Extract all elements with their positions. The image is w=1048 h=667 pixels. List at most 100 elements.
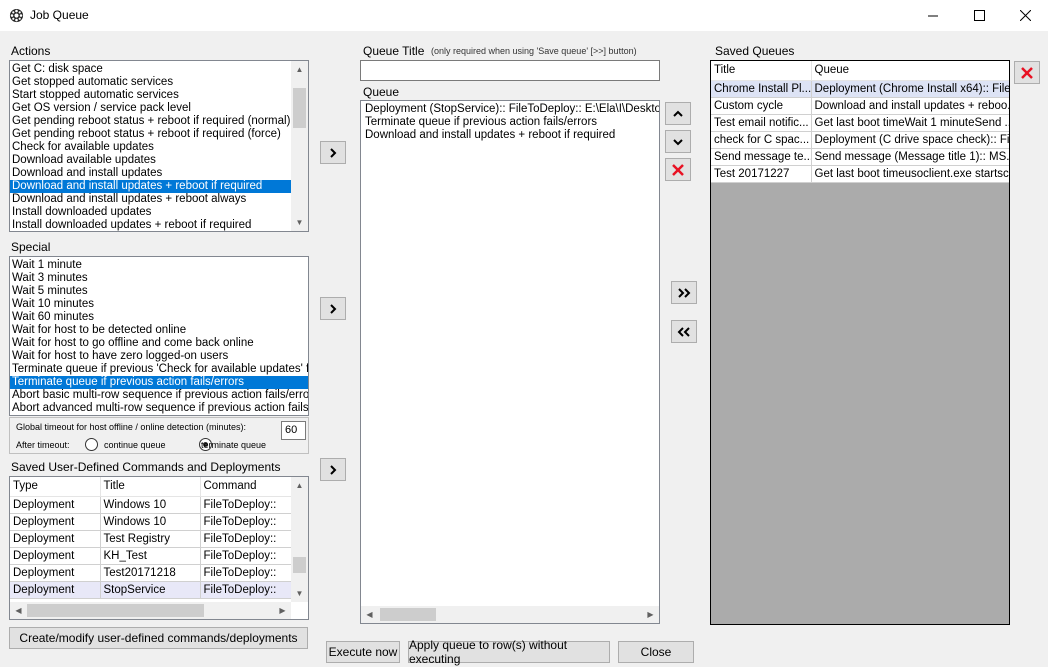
table-cell[interactable]: Test 20171227 xyxy=(711,165,812,183)
action-list-item[interactable]: Get C: disk space xyxy=(10,63,308,76)
terminate-queue-label[interactable]: terminate queue xyxy=(201,440,266,450)
table-row[interactable]: Test 20171227 Get last boot timeusoclient… xyxy=(711,165,1009,183)
queue-list-item[interactable]: Terminate queue if previous action fails… xyxy=(363,116,659,129)
action-list-item[interactable]: Check for available updates xyxy=(10,141,308,154)
table-cell[interactable]: Windows 10 xyxy=(100,513,201,531)
table-cell[interactable]: Send message te... xyxy=(711,148,812,166)
action-list-item[interactable]: Install downloaded updates xyxy=(10,206,308,219)
execute-now-button[interactable]: Execute now xyxy=(326,641,400,663)
special-list-item[interactable]: Wait 10 minutes xyxy=(10,298,308,311)
table-cell[interactable]: Deployment xyxy=(10,496,101,514)
table-row[interactable]: Deployment Windows 10 FileToDeploy:: xyxy=(10,496,292,514)
special-list-item[interactable]: Terminate queue if previous action fails… xyxy=(10,376,308,389)
scroll-right-icon[interactable]: ▶ xyxy=(274,602,291,619)
table-cell[interactable]: FileToDeploy:: xyxy=(200,564,292,582)
action-list-item[interactable]: Download and install updates xyxy=(10,167,308,180)
table-cell[interactable]: Deployment xyxy=(10,581,101,599)
table-cell[interactable]: Test20171218 xyxy=(100,564,201,582)
close-button[interactable]: Close xyxy=(618,641,694,663)
table-cell[interactable]: Deployment xyxy=(10,564,101,582)
table-cell[interactable]: Test Registry xyxy=(100,530,201,548)
table-cell[interactable]: Test email notific... xyxy=(711,114,812,132)
scroll-up-icon[interactable]: ▲ xyxy=(291,477,308,494)
table-cell[interactable]: FileToDeploy:: xyxy=(200,581,292,599)
special-list-item[interactable]: Wait for host to have zero logged-on use… xyxy=(10,350,308,363)
load-queue-button[interactable] xyxy=(671,320,697,343)
table-row[interactable]: Deployment Windows 10 FileToDeploy:: xyxy=(10,513,292,531)
table-cell[interactable]: StopService xyxy=(100,581,201,599)
create-modify-commands-button[interactable]: Create/modify user-defined commands/depl… xyxy=(9,627,308,649)
action-list-item[interactable]: Download and install updates + reboot if… xyxy=(10,180,308,193)
table-cell[interactable]: Deployment (Chrome Install x64):: File..… xyxy=(811,80,1009,98)
column-header[interactable]: Command xyxy=(200,477,292,497)
table-cell[interactable]: Send message (Message title 1):: MS... xyxy=(811,148,1009,166)
commands-hscrollbar[interactable]: ◀ ▶ xyxy=(10,602,291,619)
timeout-minutes-input[interactable]: 60 xyxy=(281,421,306,440)
saved-commands-grid[interactable]: Type Title Command Deployment Windows 10 Fil… xyxy=(9,476,309,620)
table-cell[interactable]: Deployment xyxy=(10,530,101,548)
column-header[interactable]: Title xyxy=(711,61,812,81)
special-list-item[interactable]: Abort basic multi-row sequence if previo… xyxy=(10,389,308,402)
move-up-button[interactable] xyxy=(665,102,691,125)
queue-title-input[interactable] xyxy=(360,60,660,81)
queue-list-item[interactable]: Deployment (StopService):: FileToDeploy:… xyxy=(363,103,659,116)
action-list-item[interactable]: Download available updates xyxy=(10,154,308,167)
action-list-item[interactable]: Get OS version / service pack level xyxy=(10,102,308,115)
column-header[interactable]: Title xyxy=(100,477,201,497)
table-cell[interactable]: FileToDeploy:: xyxy=(200,513,292,531)
add-command-button[interactable] xyxy=(320,458,346,481)
table-cell[interactable]: check for C spac... xyxy=(711,131,812,149)
action-list-item[interactable]: Download and install updates + reboot al… xyxy=(10,193,308,206)
table-row[interactable]: Deployment KH_Test FileToDeploy:: xyxy=(10,547,292,565)
save-queue-button[interactable] xyxy=(671,281,697,304)
action-list-item[interactable]: Get pending reboot status + reboot if re… xyxy=(10,115,308,128)
table-cell[interactable]: FileToDeploy:: xyxy=(200,496,292,514)
table-row[interactable]: Test email notific... Get last boot timeW… xyxy=(711,114,1009,132)
scroll-right-icon[interactable]: ▶ xyxy=(642,606,659,623)
saved-queues-grid[interactable]: Title Queue Chrome Install Pl... Deploymen… xyxy=(710,60,1010,625)
table-row[interactable]: Chrome Install Pl... Deployment (Chrome I… xyxy=(711,80,1009,98)
table-row[interactable]: check for C spac... Deployment (C drive s… xyxy=(711,131,1009,149)
remove-queue-item-button[interactable] xyxy=(665,158,691,181)
continue-queue-label[interactable]: continue queue xyxy=(104,440,166,450)
table-row[interactable]: Deployment Test20171218 FileToDeploy:: xyxy=(10,564,292,582)
table-cell[interactable]: Windows 10 xyxy=(100,496,201,514)
action-list-item[interactable]: Start stopped automatic services xyxy=(10,89,308,102)
special-list-item[interactable]: Wait for host to go offline and come bac… xyxy=(10,337,308,350)
action-list-item[interactable]: Get pending reboot status + reboot if re… xyxy=(10,128,308,141)
special-list-item[interactable]: Abort advanced multi-row sequence if pre… xyxy=(10,402,308,415)
special-list-item[interactable]: Wait for host to be detected online xyxy=(10,324,308,337)
special-list-item[interactable]: Wait 3 minutes xyxy=(10,272,308,285)
apply-queue-button[interactable]: Apply queue to row(s) without executing xyxy=(408,638,610,666)
add-special-button[interactable] xyxy=(320,297,346,320)
special-list-item[interactable]: Wait 60 minutes xyxy=(10,311,308,324)
actions-scrollbar[interactable]: ▲ ▼ xyxy=(291,61,308,231)
delete-saved-queue-button[interactable] xyxy=(1014,61,1040,84)
table-cell[interactable]: KH_Test xyxy=(100,547,201,565)
special-list-item[interactable]: Terminate queue if previous 'Check for a… xyxy=(10,363,308,376)
table-cell[interactable]: FileToDeploy:: xyxy=(200,547,292,565)
queue-list-item[interactable]: Download and install updates + reboot if… xyxy=(363,129,659,142)
maximize-button[interactable] xyxy=(956,0,1002,31)
table-cell[interactable]: Deployment (C drive space check):: Fi... xyxy=(811,131,1009,149)
special-list-item[interactable]: Wait 5 minutes xyxy=(10,285,308,298)
continue-queue-radio[interactable] xyxy=(85,438,98,452)
table-row[interactable]: Send message te... Send message (Message … xyxy=(711,148,1009,166)
actions-listbox[interactable]: Get C: disk space Get stopped automatic s… xyxy=(9,60,309,232)
scroll-left-icon[interactable]: ◀ xyxy=(361,606,378,623)
scroll-down-icon[interactable]: ▼ xyxy=(291,585,308,602)
action-list-item[interactable]: Install downloaded updates + reboot if r… xyxy=(10,219,308,231)
scroll-thumb[interactable] xyxy=(380,608,436,621)
queue-listbox[interactable]: Deployment (StopService):: FileToDeploy:… xyxy=(360,100,660,624)
close-window-button[interactable] xyxy=(1002,0,1048,31)
scroll-thumb[interactable] xyxy=(293,88,306,128)
table-row[interactable]: Deployment StopService FileToDeploy:: xyxy=(10,581,292,599)
special-listbox[interactable]: Wait 1 minute Wait 3 minutes Wait 5 minute… xyxy=(9,256,309,416)
queue-hscrollbar[interactable]: ◀ ▶ xyxy=(361,606,659,623)
table-cell[interactable]: Get last boot timeWait 1 minuteSend ... xyxy=(811,114,1009,132)
table-cell[interactable]: Deployment xyxy=(10,547,101,565)
table-cell[interactable]: Get last boot timeusoclient.exe startsc.… xyxy=(811,165,1009,183)
scroll-left-icon[interactable]: ◀ xyxy=(10,602,27,619)
commands-vscrollbar[interactable]: ▲ ▼ xyxy=(291,477,308,602)
table-row[interactable]: Deployment Test Registry FileToDeploy:: xyxy=(10,530,292,548)
